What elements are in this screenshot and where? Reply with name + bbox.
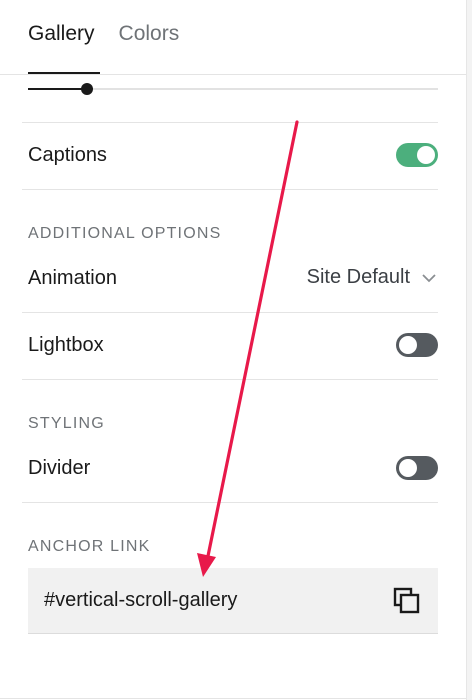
toggle-knob xyxy=(399,459,417,477)
panel-scroll-edge xyxy=(466,0,472,700)
toggle-knob xyxy=(417,146,435,164)
anchor-link-field[interactable]: #vertical-scroll-gallery xyxy=(28,568,438,634)
divider-toggle[interactable] xyxy=(396,456,438,480)
tabs-divider xyxy=(0,74,466,75)
divider-label: Divider xyxy=(28,457,91,479)
divider xyxy=(22,122,438,123)
anchor-link-heading: ANCHOR LINK xyxy=(28,538,151,555)
additional-options-heading: ADDITIONAL OPTIONS xyxy=(28,225,222,242)
captions-label: Captions xyxy=(28,144,107,166)
tab-gallery[interactable]: Gallery xyxy=(28,22,95,46)
chevron-down-icon xyxy=(422,273,436,282)
lightbox-toggle[interactable] xyxy=(396,333,438,357)
divider xyxy=(22,502,438,503)
divider xyxy=(22,189,438,190)
copy-icon[interactable] xyxy=(392,586,422,616)
tab-bar: Gallery Colors xyxy=(28,22,179,46)
slider-thumb[interactable] xyxy=(81,83,94,95)
bottom-divider xyxy=(0,698,466,699)
divider xyxy=(22,379,438,380)
animation-select[interactable]: Site Default xyxy=(307,266,438,289)
styling-heading: STYLING xyxy=(28,415,105,432)
tab-colors[interactable]: Colors xyxy=(119,22,180,46)
gallery-settings-panel: Gallery Colors Captions ADDITIONAL OPTIO… xyxy=(0,0,472,700)
captions-toggle[interactable] xyxy=(396,143,438,167)
slider-fill xyxy=(28,88,88,90)
animation-value: Site Default xyxy=(306,266,410,288)
animation-label: Animation xyxy=(28,267,117,289)
lightbox-label: Lightbox xyxy=(28,334,104,356)
anchor-link-value: #vertical-scroll-gallery xyxy=(44,589,238,611)
divider xyxy=(22,312,438,313)
toggle-knob xyxy=(399,336,417,354)
